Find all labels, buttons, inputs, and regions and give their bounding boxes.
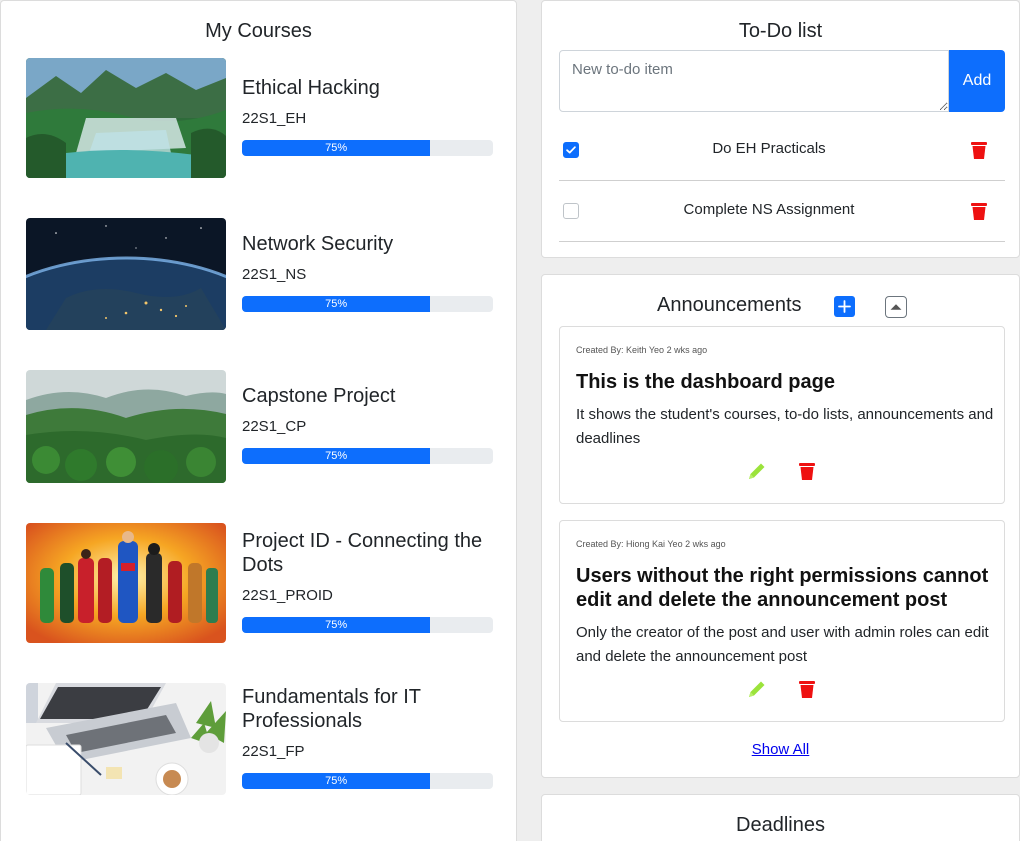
announcement-post: Created By: Keith Yeo 2 wks ago This is … (559, 326, 1005, 504)
new-todo-input[interactable] (559, 50, 949, 112)
todo-text: Complete NS Assignment (683, 201, 855, 218)
my-courses-card: My Courses Ethical Hacking 22S1_EH 75% N… (0, 0, 517, 841)
plus-icon (838, 300, 851, 313)
add-todo-button[interactable]: Add (949, 50, 1005, 112)
course-code: 22S1_CP (242, 418, 307, 435)
trash-icon[interactable] (798, 679, 816, 704)
course-progress-bar: 75% (242, 617, 431, 633)
todo-text: Do EH Practicals (712, 140, 826, 157)
todo-item: Complete NS Assignment (559, 181, 1005, 242)
todo-item: Do EH Practicals (559, 120, 1005, 181)
announcement-title: This is the dashboard page (576, 371, 835, 393)
course-name[interactable]: Project ID - Connecting the Dots (242, 529, 494, 577)
announcement-title: Users without the right permissions cann… (576, 565, 989, 611)
course-progress: 75% (242, 140, 493, 156)
pencil-icon[interactable] (746, 678, 768, 705)
course-thumbnail-earth[interactable] (26, 218, 226, 330)
checkmark-icon (566, 146, 576, 154)
collapse-announcements-button[interactable] (885, 296, 907, 318)
course-progress-bar: 75% (242, 773, 431, 789)
course-progress: 75% (242, 296, 493, 312)
todo-checkbox[interactable] (563, 142, 579, 158)
course-progress-bar: 75% (242, 140, 431, 156)
deadlines-card: Deadlines (541, 794, 1020, 841)
announcement-meta: Created By: Hiong Kai Yeo 2 wks ago (576, 539, 726, 549)
course-thumbnail-forest[interactable] (26, 370, 226, 483)
announcements-title: Announcements (657, 294, 802, 316)
course-name[interactable]: Fundamentals for IT Professionals (242, 685, 494, 733)
trash-icon[interactable] (970, 140, 988, 165)
announcements-card: Announcements Created By: Keith Yeo 2 wk… (541, 274, 1020, 778)
course-code: 22S1_FP (242, 743, 305, 760)
my-courses-title: My Courses (205, 20, 312, 42)
course-thumbnail-superheroes[interactable] (26, 523, 226, 643)
course-progress: 75% (242, 448, 493, 464)
announcement-post: Created By: Hiong Kai Yeo 2 wks ago User… (559, 520, 1005, 722)
course-progress-bar: 75% (242, 448, 431, 464)
trash-icon[interactable] (798, 461, 816, 486)
announcement-body: Only the creator of the post and user wi… (576, 624, 989, 665)
course-code: 22S1_NS (242, 266, 307, 283)
caret-up-icon (890, 304, 902, 310)
todo-card: To-Do list Add Do EH Practicals Complete… (541, 0, 1020, 258)
course-code: 22S1_PROID (242, 587, 333, 604)
course-code: 22S1_EH (242, 110, 307, 127)
todo-title: To-Do list (738, 20, 823, 42)
trash-icon[interactable] (970, 201, 988, 226)
todo-checkbox[interactable] (563, 203, 579, 219)
deadlines-title: Deadlines (736, 814, 825, 836)
course-name[interactable]: Ethical Hacking (242, 76, 494, 100)
course-thumbnail-waterfall[interactable] (26, 58, 226, 178)
show-all-link[interactable]: Show All (542, 741, 1019, 758)
course-progress: 75% (242, 773, 493, 789)
announcement-meta: Created By: Keith Yeo 2 wks ago (576, 345, 708, 355)
announcement-body: It shows the student's courses, to-do li… (576, 406, 994, 447)
add-announcement-button[interactable] (834, 296, 855, 317)
pencil-icon[interactable] (746, 460, 768, 487)
course-name[interactable]: Capstone Project (242, 384, 494, 408)
course-name[interactable]: Network Security (242, 232, 494, 256)
course-thumbnail-laptop[interactable] (26, 683, 226, 795)
course-progress: 75% (242, 617, 493, 633)
course-progress-bar: 75% (242, 296, 431, 312)
